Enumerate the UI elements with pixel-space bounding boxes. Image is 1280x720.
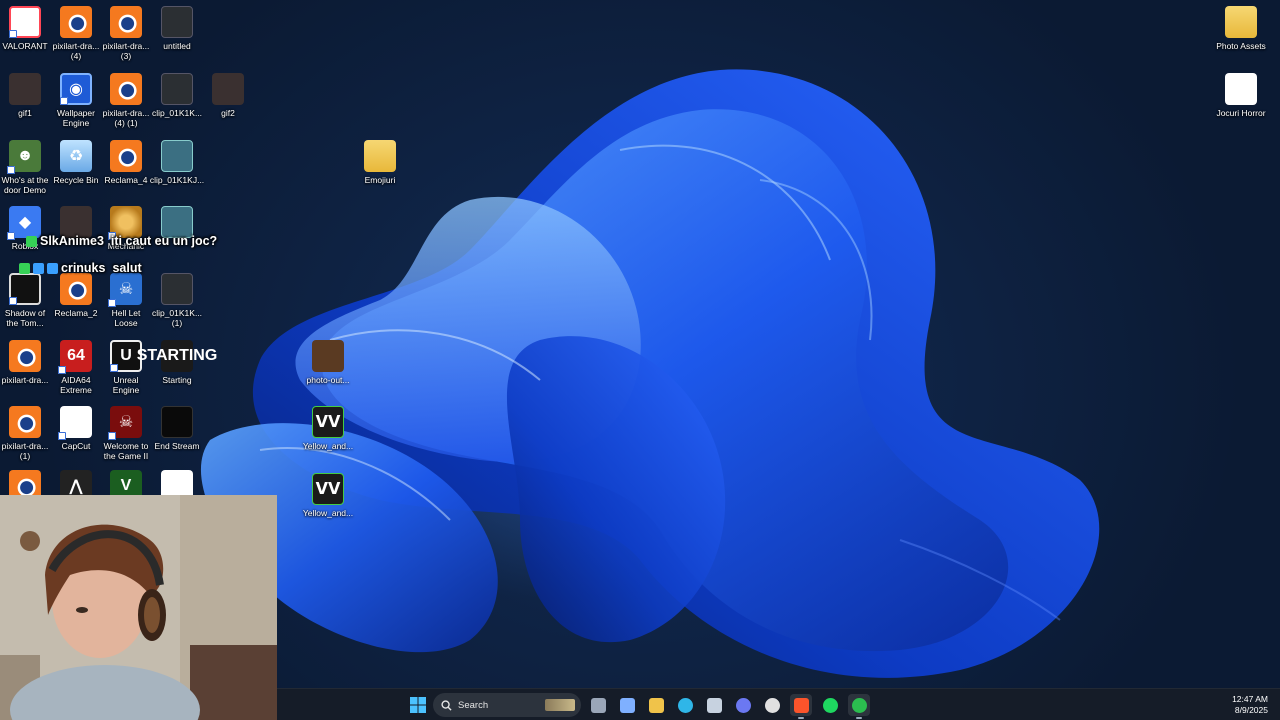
copilot-button[interactable] bbox=[616, 694, 638, 716]
thumb-icon bbox=[9, 73, 41, 105]
desktop-icon[interactable]: Emojiuri bbox=[345, 136, 415, 200]
endstream-icon bbox=[161, 406, 193, 438]
blender-icon bbox=[110, 140, 142, 172]
brave-button[interactable] bbox=[790, 694, 812, 719]
desktop-icon[interactable]: photo-out... bbox=[293, 336, 363, 400]
obs-button[interactable] bbox=[761, 694, 783, 716]
desktop-icon[interactable]: Jocuri Horror bbox=[1206, 69, 1276, 133]
desktop-icon-label: photo-out... bbox=[306, 375, 350, 385]
file-explorer-button[interactable] bbox=[645, 694, 667, 716]
starting-icon: STARTING bbox=[137, 340, 217, 372]
windows-logo-icon bbox=[410, 697, 426, 713]
shadow-icon bbox=[9, 273, 41, 305]
desktop-icon[interactable]: clip_01K1K... (1) bbox=[142, 269, 212, 333]
desktop-icon[interactable]: ᐯᐯ Yellow_and... bbox=[293, 402, 363, 466]
yellow-icon: ᐯᐯ bbox=[312, 406, 344, 438]
desktop-icon-label: Yellow_and... bbox=[302, 508, 354, 518]
xbox-icon bbox=[851, 697, 867, 713]
clip-icon bbox=[161, 140, 193, 172]
who-icon: ☻ bbox=[7, 140, 41, 174]
doc-icon bbox=[1225, 73, 1257, 105]
search-icon bbox=[441, 699, 452, 711]
webcam-overlay bbox=[0, 495, 277, 720]
task-view-icon bbox=[590, 697, 606, 713]
webcam-scene bbox=[0, 495, 277, 720]
store-button[interactable] bbox=[703, 694, 725, 716]
start-button[interactable] bbox=[407, 694, 429, 716]
desktop-icon[interactable]: ᐯᐯ Yellow_and... bbox=[293, 469, 363, 533]
hell-icon: ☠ bbox=[108, 273, 142, 307]
spotify-icon bbox=[822, 697, 838, 713]
clock-time: 12:47 AM bbox=[1232, 694, 1268, 704]
taskbar: Search 12:47 AM 8/9/2025 bbox=[277, 688, 1280, 720]
system-clock[interactable]: 12:47 AM 8/9/2025 bbox=[1232, 694, 1268, 716]
chat-badge-icon bbox=[47, 262, 58, 274]
edge-icon bbox=[677, 697, 693, 713]
clock-date: 8/9/2025 bbox=[1234, 705, 1268, 715]
spotify-button[interactable] bbox=[819, 694, 841, 716]
desktop-icon-label: untitled bbox=[163, 41, 191, 51]
dark-icon bbox=[161, 6, 193, 38]
chat-badge-icon bbox=[19, 262, 30, 274]
dark-icon bbox=[161, 73, 193, 105]
running-indicator bbox=[798, 717, 804, 719]
photo-icon bbox=[312, 340, 344, 372]
brave-icon bbox=[793, 697, 809, 713]
valorant-icon: V bbox=[9, 6, 41, 38]
chat-username: SlkAnime3 bbox=[40, 234, 104, 248]
taskbar-search-box[interactable]: Search bbox=[433, 693, 581, 717]
chat-text: iti caut eu un joc? bbox=[110, 234, 218, 248]
blender-icon bbox=[9, 406, 41, 438]
chat-message: crinuks salut bbox=[19, 261, 142, 275]
copilot-icon bbox=[619, 697, 635, 713]
skull-icon: ☠ bbox=[108, 406, 142, 440]
file-explorer-icon bbox=[648, 697, 664, 713]
desktop-icon[interactable]: End Stream bbox=[142, 402, 212, 466]
thumb-icon bbox=[212, 73, 244, 105]
desktop-icon-label: gif2 bbox=[221, 108, 235, 118]
folder-icon bbox=[364, 140, 396, 172]
desktop-icon-label: clip_01K1K... (1) bbox=[151, 308, 203, 328]
blender-icon bbox=[60, 6, 92, 38]
desktop-icon[interactable]: gif2 bbox=[193, 69, 263, 133]
task-view-button[interactable] bbox=[587, 694, 609, 716]
chat-badge-icon bbox=[33, 262, 44, 274]
discord-button[interactable] bbox=[732, 694, 754, 716]
wallpaper-icon: ◉ bbox=[60, 73, 92, 105]
obs-icon bbox=[764, 697, 780, 713]
blender-icon bbox=[60, 273, 92, 305]
chat-badge-icon bbox=[26, 235, 37, 247]
dark-icon bbox=[161, 273, 193, 305]
desktop-icon-label: clip_01K1KJ... bbox=[149, 175, 205, 185]
desktop-icon-label: Yellow_and... bbox=[302, 441, 354, 451]
chat-message: SlkAnime3 iti caut eu un joc? bbox=[26, 234, 217, 248]
blender-icon bbox=[9, 340, 41, 372]
chat-username: crinuks bbox=[61, 261, 106, 275]
blender-icon bbox=[110, 73, 142, 105]
desktop-icon-label: Jocuri Horror bbox=[1216, 108, 1266, 118]
running-indicator bbox=[856, 717, 862, 719]
desktop-icon-label: Emojiuri bbox=[364, 175, 396, 185]
desktop-icon[interactable]: Photo Assets bbox=[1206, 2, 1276, 66]
edge-button[interactable] bbox=[674, 694, 696, 716]
aida-icon: 64 bbox=[58, 340, 92, 374]
capcut-icon: ✂ bbox=[58, 406, 92, 440]
desktop-icon[interactable]: clip_01K1KJ... bbox=[142, 136, 212, 200]
desktop-icon-label: Starting bbox=[162, 375, 192, 385]
yellow-icon: ᐯᐯ bbox=[312, 473, 344, 505]
discord-icon bbox=[735, 697, 751, 713]
search-placeholder: Search bbox=[458, 699, 489, 711]
blender-icon bbox=[110, 6, 142, 38]
xbox-button[interactable] bbox=[848, 694, 870, 719]
recycle-icon: ♻ bbox=[60, 140, 92, 172]
folder-icon bbox=[1225, 6, 1257, 38]
desktop-icon[interactable]: untitled bbox=[142, 2, 212, 66]
desktop-icon[interactable]: STARTING Starting bbox=[137, 336, 217, 400]
search-highlight-icon bbox=[545, 699, 575, 711]
desktop-icon-label: Photo Assets bbox=[1216, 41, 1266, 51]
desktop-icon-label: End Stream bbox=[154, 441, 200, 451]
chat-text: salut bbox=[112, 261, 142, 275]
store-icon bbox=[706, 697, 722, 713]
